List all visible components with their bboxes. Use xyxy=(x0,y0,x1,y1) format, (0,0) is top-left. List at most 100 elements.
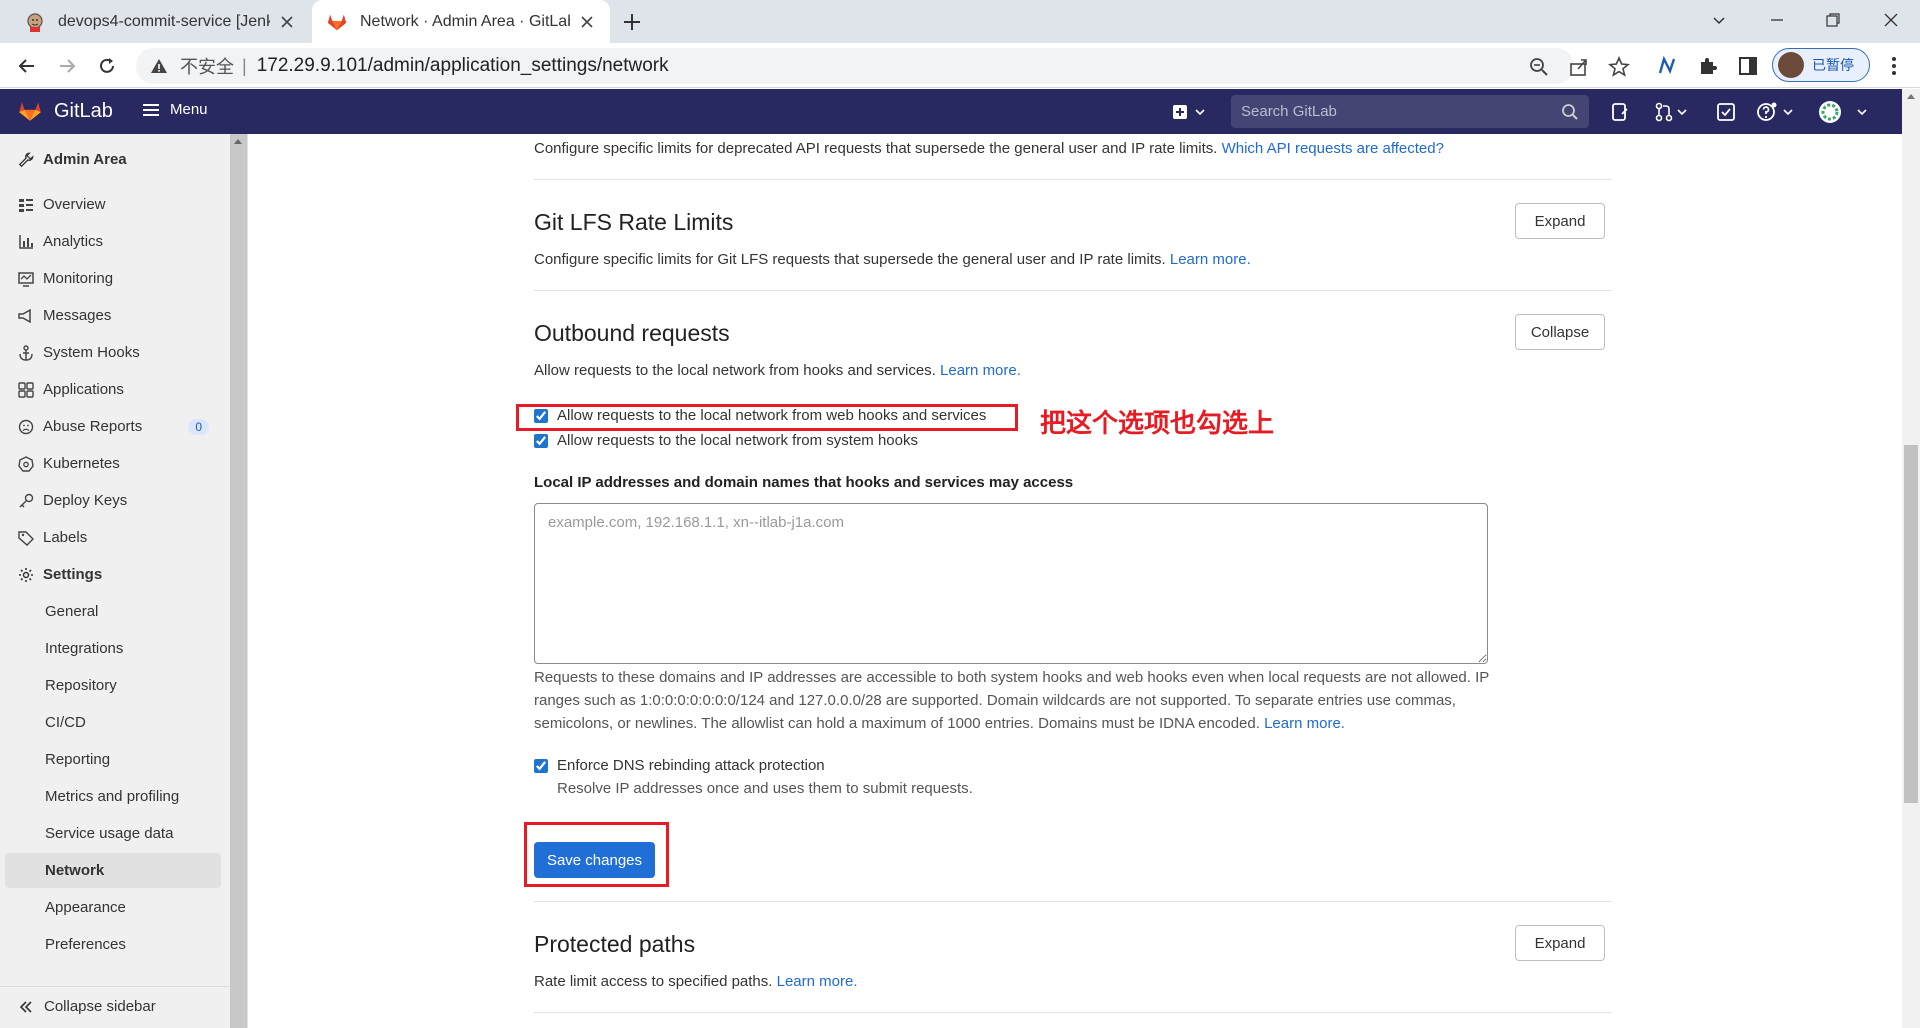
sidebar-item-label: Network xyxy=(45,862,105,879)
sidebar-item-label: Deploy Keys xyxy=(43,492,128,509)
outbound-section-title: Outbound requests xyxy=(534,320,730,346)
restore-icon[interactable] xyxy=(1808,0,1858,40)
sidebar-subitem-appearance[interactable]: Appearance xyxy=(5,890,221,925)
menu-label: Menu xyxy=(170,101,208,118)
dns-rebinding-checkbox[interactable] xyxy=(534,758,548,773)
allowlist-textarea[interactable] xyxy=(534,503,1488,664)
sidebar-header-admin-area[interactable]: Admin Area xyxy=(5,142,221,177)
sidebar-item-system-hooks[interactable]: System Hooks xyxy=(5,335,221,370)
hamburger-icon xyxy=(142,102,160,118)
scrollbar-thumb[interactable] xyxy=(1904,445,1918,803)
annotation-highlight-checkbox xyxy=(516,404,1018,431)
bookmark-star-icon[interactable] xyxy=(1608,56,1630,78)
sidebar-subitem-repository[interactable]: Repository xyxy=(5,668,221,703)
sidebar-subitem-cicd[interactable]: CI/CD xyxy=(5,705,221,740)
extension-n-icon[interactable] xyxy=(1656,54,1680,78)
sidebar-subitem-reporting[interactable]: Reporting xyxy=(5,742,221,777)
sidebar-item-monitoring[interactable]: Monitoring xyxy=(5,261,221,296)
sidebar-item-settings[interactable]: Settings xyxy=(5,557,221,592)
url-separator: | xyxy=(242,55,247,76)
profile-button[interactable]: 已暂停 xyxy=(1772,48,1870,82)
sidebar-item-abuse-reports[interactable]: Abuse Reports 0 xyxy=(5,409,221,444)
sidebar-item-overview[interactable]: Overview xyxy=(5,187,221,222)
gitlab-top-nav: GitLab Menu xyxy=(0,89,1902,134)
deprecated-api-link[interactable]: Which API requests are affected? xyxy=(1222,140,1444,157)
side-panel-icon[interactable] xyxy=(1736,54,1760,78)
lfs-learn-more-link[interactable]: Learn more. xyxy=(1170,251,1251,268)
forward-icon[interactable] xyxy=(52,51,82,81)
sidebar-subitem-general[interactable]: General xyxy=(5,594,221,629)
allow-system-hooks-checkbox[interactable] xyxy=(534,433,548,448)
share-icon[interactable] xyxy=(1568,56,1590,78)
protected-learn-more-link[interactable]: Learn more. xyxy=(777,973,858,990)
issues-icon[interactable] xyxy=(1610,102,1630,122)
allowlist-learn-more-link[interactable]: Learn more. xyxy=(1264,715,1345,732)
browser-toolbar: 不安全 | 172.29.9.101/admin/application_set… xyxy=(0,43,1920,88)
sidebar-item-kubernetes[interactable]: Kubernetes xyxy=(5,446,221,481)
gitlab-search[interactable] xyxy=(1231,95,1589,128)
sidebar-item-applications[interactable]: Applications xyxy=(5,372,221,407)
avatar xyxy=(1778,52,1804,78)
sidebar-subitem-integrations[interactable]: Integrations xyxy=(5,631,221,666)
browser-tab-bar: devops4-commit-service [Jenkins] Network… xyxy=(0,0,1920,43)
back-icon[interactable] xyxy=(12,51,42,81)
protected-paths-expand-button[interactable]: Expand xyxy=(1515,925,1605,961)
collapse-sidebar-button[interactable]: Collapse sidebar xyxy=(0,986,231,1026)
abuse-icon xyxy=(18,419,34,435)
close-window-icon[interactable] xyxy=(1866,0,1916,40)
scroll-up-arrow-icon[interactable] xyxy=(1907,94,1915,99)
zoom-icon[interactable] xyxy=(1528,56,1550,78)
allowlist-help-text: Requests to these domains and IP address… xyxy=(534,666,1494,735)
sidebar-item-messages[interactable]: Messages xyxy=(5,298,221,333)
jenkins-favicon-icon xyxy=(24,11,46,33)
sidebar-subitem-metrics-profiling[interactable]: Metrics and profiling xyxy=(5,779,221,814)
user-avatar-icon[interactable] xyxy=(1818,101,1870,123)
address-bar[interactable]: 不安全 | 172.29.9.101/admin/application_set… xyxy=(136,48,1630,84)
main-scrollbar[interactable] xyxy=(1902,89,1920,1028)
sidebar-item-label: CI/CD xyxy=(45,714,86,731)
allowlist-help-body: Requests to these domains and IP address… xyxy=(534,669,1490,732)
gitlab-brand: GitLab xyxy=(54,99,113,122)
extensions-puzzle-icon[interactable] xyxy=(1696,54,1720,78)
close-tab-icon[interactable] xyxy=(278,13,296,31)
search-input[interactable] xyxy=(1241,103,1561,120)
outbound-collapse-button[interactable]: Collapse xyxy=(1515,314,1605,350)
sidebar-item-labels[interactable]: Labels xyxy=(5,520,221,555)
sidebar-subitem-preferences[interactable]: Preferences xyxy=(5,927,221,962)
todos-icon[interactable] xyxy=(1716,102,1736,122)
merge-requests-icon[interactable] xyxy=(1654,102,1690,122)
dns-rebinding-checkbox-row[interactable]: Enforce DNS rebinding attack protection xyxy=(534,757,825,774)
lfs-expand-button[interactable]: Expand xyxy=(1515,203,1605,239)
minimize-icon[interactable] xyxy=(1752,0,1802,40)
tab-jenkins[interactable]: devops4-commit-service [Jenkins] xyxy=(10,0,310,43)
scroll-up-arrow-icon[interactable] xyxy=(234,139,242,144)
reload-icon[interactable] xyxy=(92,51,122,81)
outbound-description: Allow requests to the local network from… xyxy=(534,362,1021,379)
warning-icon[interactable] xyxy=(150,57,168,75)
search-icon[interactable] xyxy=(1561,103,1579,121)
allow-system-hooks-label: Allow requests to the local network from… xyxy=(557,432,918,449)
allow-system-hooks-checkbox-row[interactable]: Allow requests to the local network from… xyxy=(534,432,918,449)
menu-button[interactable]: Menu xyxy=(142,101,208,118)
sidebar-item-label: Kubernetes xyxy=(43,455,120,472)
lfs-section-title: Git LFS Rate Limits xyxy=(534,209,734,235)
sidebar-item-label: Applications xyxy=(43,381,124,398)
outbound-learn-more-link[interactable]: Learn more. xyxy=(940,362,1021,379)
sidebar-item-analytics[interactable]: Analytics xyxy=(5,224,221,259)
sidebar-subitem-network[interactable]: Network xyxy=(5,853,221,888)
tab-search-chevron-icon[interactable] xyxy=(1694,0,1744,40)
sidebar-item-label: Metrics and profiling xyxy=(45,788,180,805)
url-text[interactable]: 172.29.9.101/admin/application_settings/… xyxy=(257,55,669,77)
gitlab-home-link[interactable]: GitLab xyxy=(16,98,113,124)
close-tab-icon[interactable] xyxy=(578,13,596,31)
lfs-desc-text: Configure specific limits for Git LFS re… xyxy=(534,251,1166,268)
sidebar-item-deploy-keys[interactable]: Deploy Keys xyxy=(5,483,221,518)
tab-gitlab-network[interactable]: Network · Admin Area · GitLab xyxy=(312,0,610,43)
security-label: 不安全 xyxy=(180,57,234,77)
sidebar-subitem-service-usage-data[interactable]: Service usage data xyxy=(5,816,221,851)
sidebar-scrollbar[interactable] xyxy=(230,134,247,1028)
new-tab-icon[interactable] xyxy=(618,8,646,36)
browser-menu-kebab-icon[interactable] xyxy=(1882,54,1906,78)
help-icon[interactable] xyxy=(1756,102,1796,122)
create-new-icon[interactable] xyxy=(1172,102,1208,122)
